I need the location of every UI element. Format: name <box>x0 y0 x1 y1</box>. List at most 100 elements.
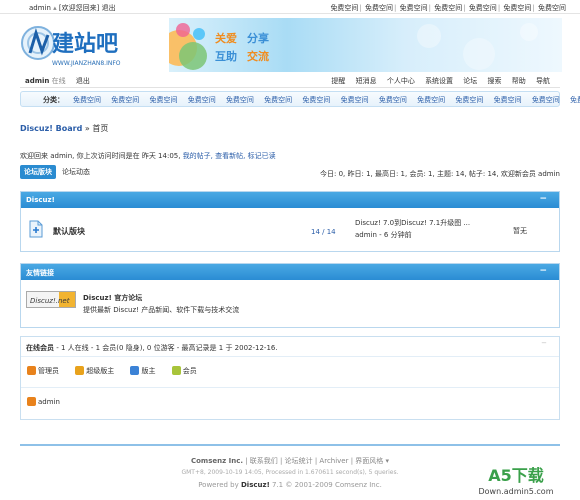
category-link[interactable]: 免费空间 <box>455 96 483 104</box>
footer-link-list[interactable]: | 联系我们 | 论坛统计 | Archiver | 界面风格 ▾ <box>243 457 389 465</box>
category-link[interactable]: 免费空间 <box>341 96 369 104</box>
online-panel: 在线会员 - 1 人在线 - 1 会员(0 隐身), 0 位游客 - 最高记录是… <box>20 336 560 420</box>
category-link[interactable]: 免费空间 <box>149 96 177 104</box>
legend-member: 会员 <box>171 366 197 375</box>
top-link[interactable]: 免费空间 <box>434 4 462 12</box>
top-link[interactable]: 免费空间 <box>503 4 531 12</box>
top-link[interactable]: 免费空间 <box>400 4 428 12</box>
tab-activity[interactable]: 论坛动态 <box>62 167 90 177</box>
category-link[interactable]: 免费空间 <box>302 96 330 104</box>
category-link[interactable]: 免费空间 <box>188 96 216 104</box>
watermark-url: Down.admin5.com <box>479 487 554 496</box>
welcome-line: 欢迎回来 admin, 你上次访问时间是在 昨天 14:05, 我的帖子, 查看… <box>20 151 276 161</box>
nav-item-ucenter[interactable]: 个人中心 <box>387 77 415 85</box>
online-user-name[interactable]: admin <box>38 398 60 406</box>
nav-item-pm[interactable]: 短消息 <box>356 77 377 85</box>
category-link[interactable]: 免费空间 <box>379 96 407 104</box>
watermark-logo: A5下载 Down.admin5.com <box>460 464 572 498</box>
collapse-icon[interactable]: − <box>539 266 547 276</box>
top-link[interactable]: 免费空间 <box>330 4 358 12</box>
top-logout-link[interactable]: 退出 <box>102 4 116 12</box>
forum-tabs: 论坛版块 论坛动态 <box>20 165 90 179</box>
forum-row: 默认版块 14 / 14 Discuz! 7.0到Discuz! 7.1升级图 … <box>21 208 559 252</box>
logo-text: 建站吧 <box>52 32 118 57</box>
top-hint: [欢迎您回来] <box>58 4 100 12</box>
logo-graphic: 建站吧 WWW.JIANZHAN8.INFO <box>21 26 121 67</box>
logo-subtext: WWW.JIANZHAN8.INFO <box>52 60 121 67</box>
friend-link-name[interactable]: Discuz! 官方论坛 <box>83 293 142 303</box>
banner-word: 关爱 <box>215 31 237 45</box>
category-link[interactable]: 免费空间 <box>111 96 139 104</box>
header-banner: 关爱 分享 互助 交流 <box>169 18 562 72</box>
site-logo[interactable]: 建站吧 WWW.JIANZHAN8.INFO <box>20 23 160 69</box>
nav-item-search[interactable]: 搜索 <box>488 77 502 85</box>
category-label: 分类： <box>43 96 64 104</box>
forum-name[interactable]: 默认版块 <box>53 226 85 237</box>
user-icon <box>75 366 85 375</box>
collapse-icon[interactable]: − <box>541 339 547 347</box>
top-user-area: admin ▴ [欢迎您回来] 退出 <box>29 4 116 12</box>
nav-status: 在线 <box>51 77 66 85</box>
online-header: 在线会员 - 1 人在线 - 1 会员(0 隐身), 0 位游客 - 最高记录是… <box>21 337 559 357</box>
top-bar: admin ▴ [欢迎您回来] 退出 免费空间| 免费空间| 免费空间| 免费空… <box>0 0 580 14</box>
category-link[interactable]: 免费空间 <box>532 96 560 104</box>
nav-item-help[interactable]: 帮助 <box>512 77 526 85</box>
nav-logout[interactable]: 退出 <box>76 77 90 85</box>
legend-super-mod: 超级版主 <box>75 366 114 375</box>
top-username[interactable]: admin <box>29 4 51 12</box>
category-link[interactable]: 免费空间 <box>494 96 522 104</box>
forum-panel-header: Discuz! − <box>21 192 559 208</box>
user-icon <box>27 397 36 406</box>
nav-item-forum[interactable]: 论坛 <box>463 77 477 85</box>
friend-link-row: Discuz!.net Discuz! 官方论坛 提供最新 Discuz! 产品… <box>21 280 559 328</box>
online-legend: 管理员 超级版主 版主 会员 <box>27 366 211 376</box>
category-link[interactable]: 免费空间 <box>264 96 292 104</box>
friend-link-desc: 提供最新 Discuz! 产品新闻、软件下载与技术交流 <box>83 306 240 314</box>
category-link[interactable]: 免费空间 <box>73 96 101 104</box>
breadcrumb-home: 首页 <box>92 124 109 133</box>
legend-mod: 版主 <box>130 366 155 375</box>
category-link[interactable]: 免费空间 <box>417 96 445 104</box>
collapse-icon[interactable]: − <box>539 194 547 204</box>
banner-word: 分享 <box>247 31 269 45</box>
discuz-logo-image[interactable]: Discuz!.net <box>26 291 76 308</box>
breadcrumb: Discuz! Board » 首页 <box>20 123 108 134</box>
welcome-links[interactable]: 我的帖子, 查看新帖, 标记已读 <box>183 152 276 160</box>
nav-item-guide[interactable]: 导航 <box>536 77 550 85</box>
user-icon <box>27 366 36 375</box>
nav-user: admin 在线 退出 <box>25 76 90 86</box>
forum-stats: 今日: 0, 昨日: 1, 最高日: 1, 会员: 1, 主题: 14, 帖子:… <box>320 170 560 178</box>
main-nav: admin 在线 退出 提醒 短消息 个人中心 系统设置 论坛 搜索 帮助 导航 <box>20 74 560 88</box>
tab-forums[interactable]: 论坛版块 <box>20 165 56 179</box>
top-links: 免费空间| 免费空间| 免费空间| 免费空间| 免费空间| 免费空间| 免费空间 <box>330 4 566 12</box>
online-title: 在线会员 <box>26 344 54 352</box>
top-link[interactable]: 免费空间 <box>365 4 393 12</box>
footer-brand[interactable]: Comsenz Inc. <box>191 457 243 465</box>
nav-item-remind[interactable]: 提醒 <box>331 77 345 85</box>
last-post-title[interactable]: Discuz! 7.0到Discuz! 7.1升级图 ... <box>355 218 470 228</box>
watermark-graphic: A5下载 Down.admin5.com <box>479 466 554 496</box>
online-user[interactable]: admin <box>27 397 60 406</box>
forum-panel: Discuz! − 默认版块 14 / 14 Discuz! 7.0到Discu… <box>20 191 560 252</box>
last-post-meta: admin - 6 分钟前 <box>355 231 412 239</box>
category-links: 免费空间 免费空间 免费空间 免费空间 免费空间 免费空间 免费空间 免费空间 … <box>73 95 580 105</box>
footer-divider <box>20 444 560 446</box>
nav-item-settings[interactable]: 系统设置 <box>425 77 453 85</box>
top-link[interactable]: 免费空间 <box>538 4 566 12</box>
banner-graphic: 关爱 分享 互助 交流 <box>169 23 538 70</box>
friend-links-header: 友情链接 − <box>21 264 559 280</box>
category-bar: 分类： 免费空间 免费空间 免费空间 免费空间 免费空间 免费空间 免费空间 免… <box>20 91 580 107</box>
watermark-brand: A5下载 <box>488 466 544 485</box>
divider <box>21 387 559 388</box>
nav-username[interactable]: admin <box>25 77 49 85</box>
welcome-text: 欢迎回来 admin, 你上次访问时间是在 昨天 14:05, <box>20 152 183 160</box>
category-link[interactable]: 免费空间 <box>570 96 580 104</box>
forum-panel-title[interactable]: Discuz! <box>26 196 55 204</box>
legend-admin: 管理员 <box>27 366 59 375</box>
discuz-logo-text: Discuz!.net <box>30 297 70 305</box>
category-link[interactable]: 免费空间 <box>226 96 254 104</box>
top-link[interactable]: 免费空间 <box>469 4 497 12</box>
breadcrumb-board[interactable]: Discuz! Board <box>20 124 82 133</box>
forum-document-icon <box>29 220 43 238</box>
footer-discuz-link[interactable]: Discuz! <box>241 481 270 489</box>
